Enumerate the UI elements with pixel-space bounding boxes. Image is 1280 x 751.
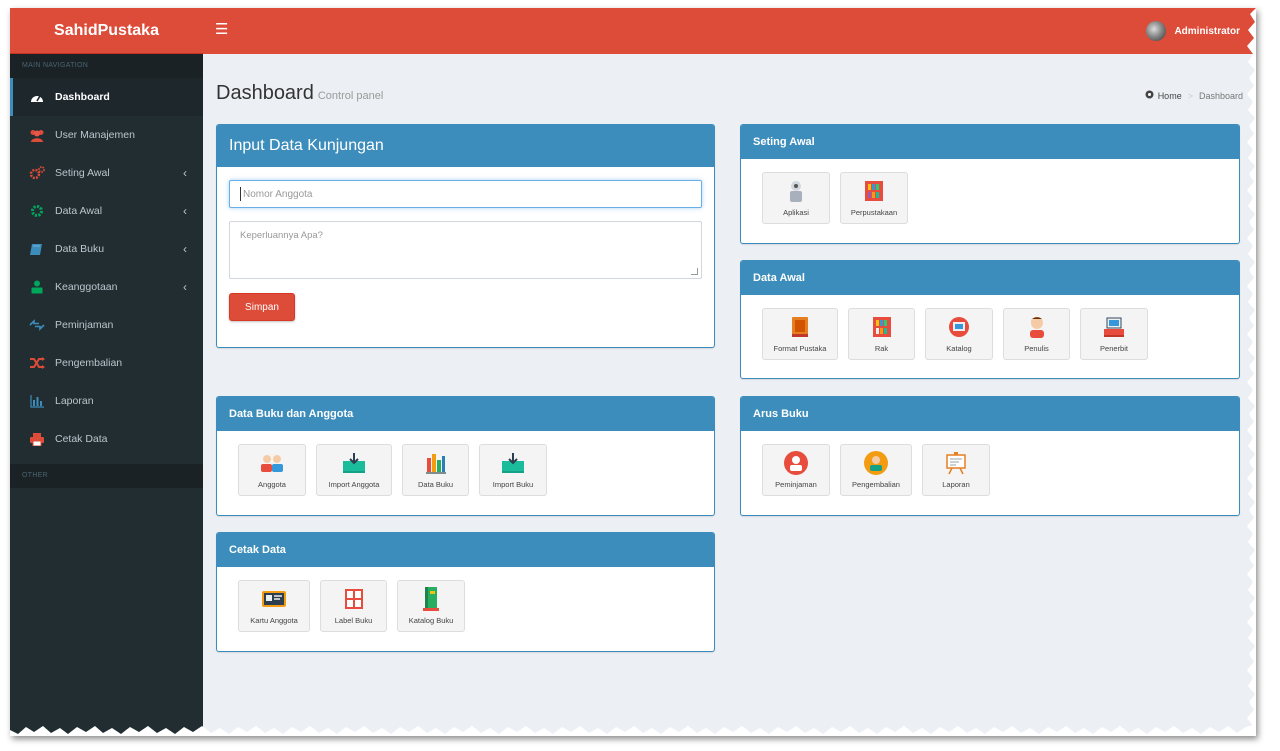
torn-edge-decoration (10, 8, 1256, 736)
app-window: SahidPustaka ☰ Administrator MAIN NAVIGA… (10, 8, 1256, 736)
